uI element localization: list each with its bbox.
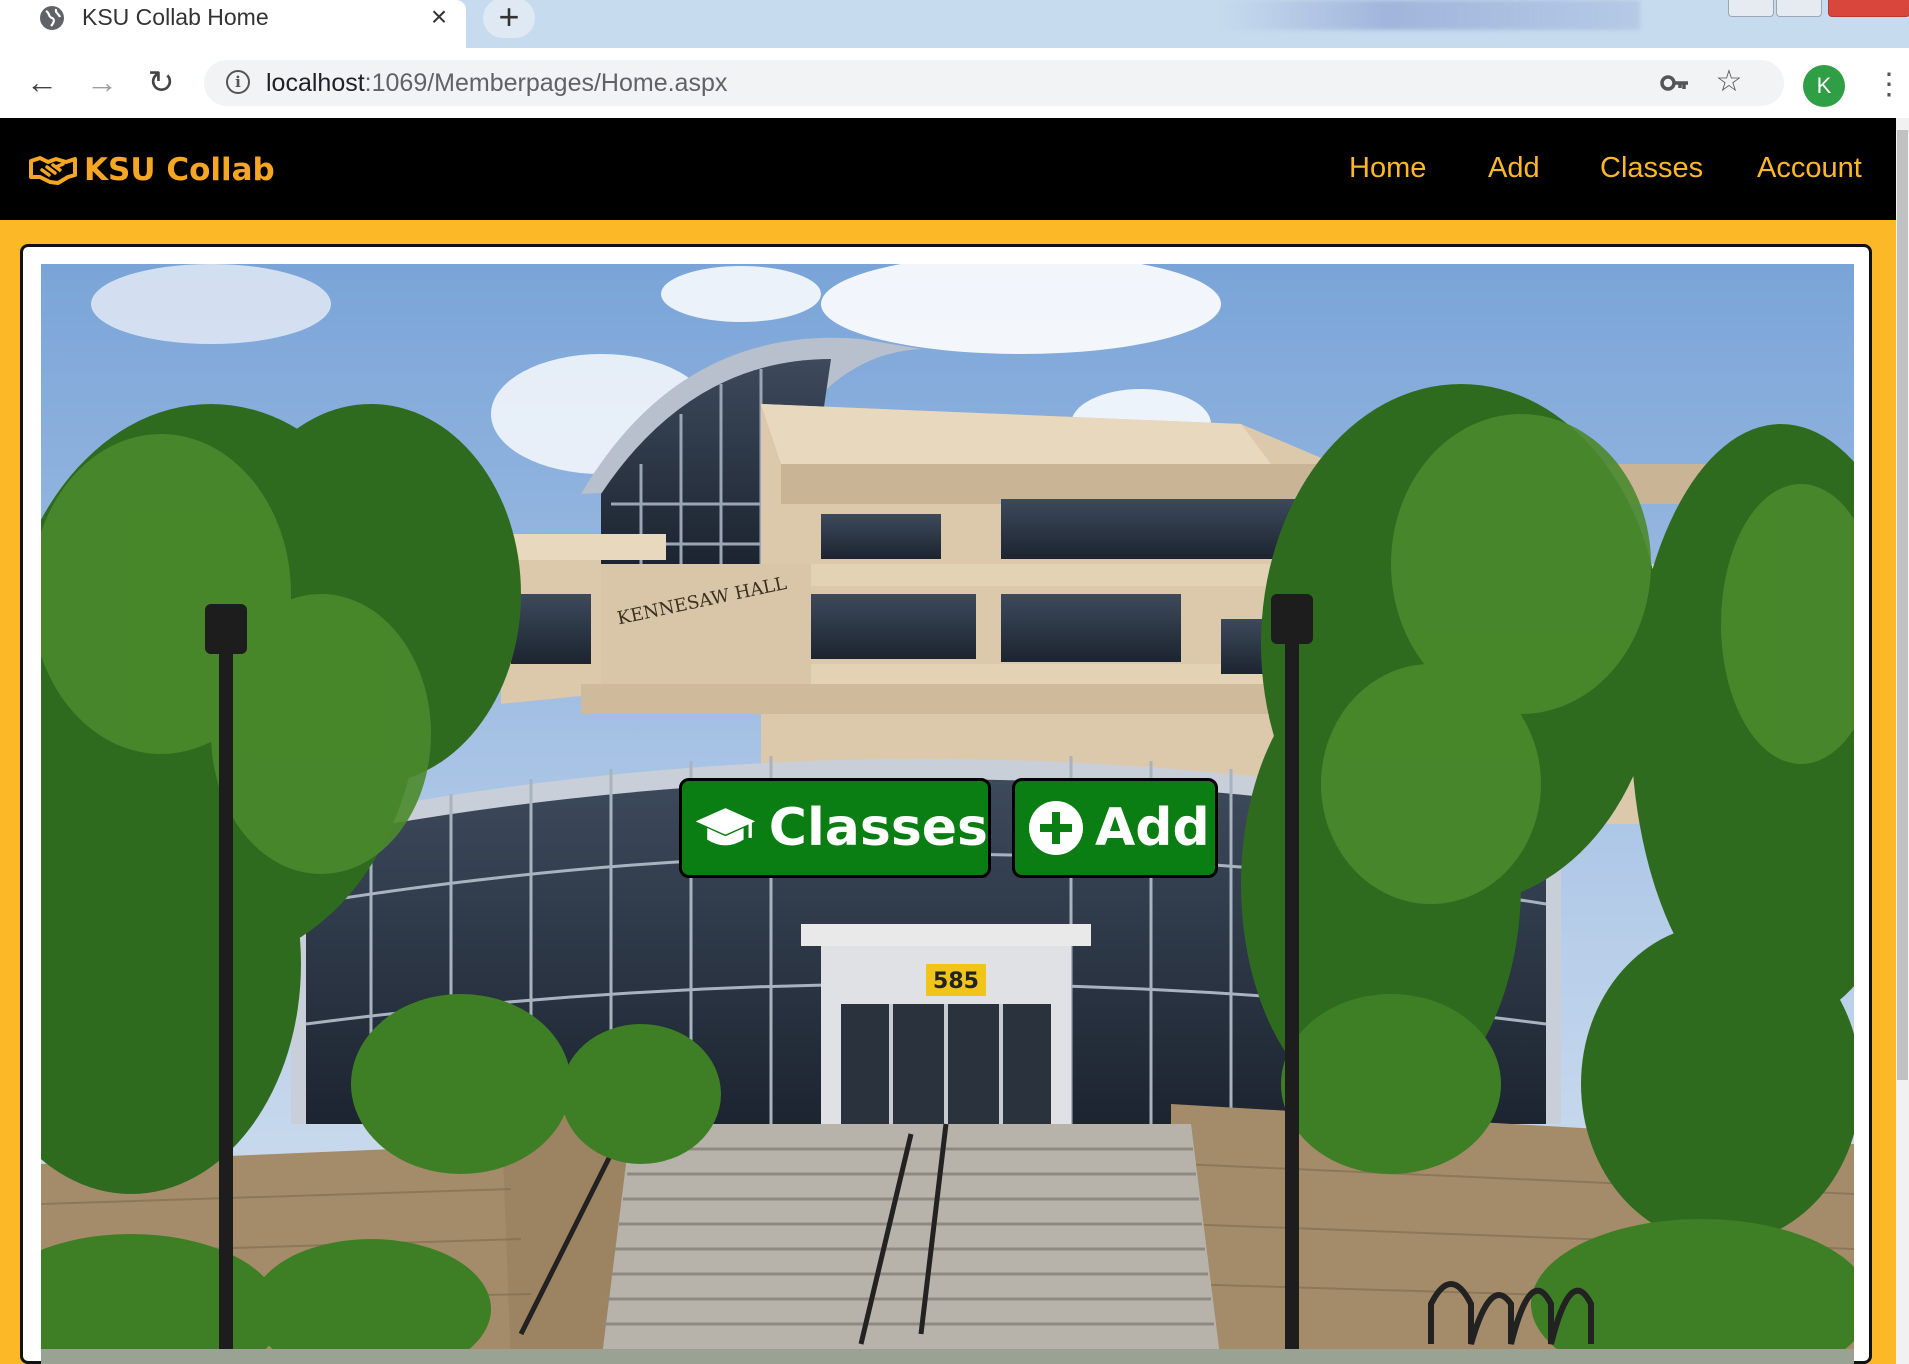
url-text[interactable]: localhost:1069/Memberpages/Home.aspx [266, 68, 727, 98]
window-controls [1728, 0, 1909, 20]
browser-tabstrip: KSU Collab Home × + [0, 0, 1909, 48]
minimize-button[interactable] [1728, 0, 1774, 17]
plus-circle-icon [1029, 801, 1083, 855]
nav-links: Home Add Classes Account [0, 146, 1896, 190]
url-path: :1069/Memberpages/Home.aspx [364, 69, 728, 97]
url-host: localhost [266, 69, 365, 97]
browser-tab[interactable]: KSU Collab Home × [0, 0, 466, 48]
classes-button[interactable]: Classes [679, 778, 991, 878]
profile-avatar[interactable]: K [1803, 65, 1845, 107]
key-icon[interactable] [1660, 70, 1690, 96]
address-bar[interactable]: i localhost:1069/Memberpages/Home.aspx ☆ [204, 60, 1784, 106]
bookmark-star-icon[interactable]: ☆ [1714, 66, 1744, 98]
nav-link-home[interactable]: Home [1349, 146, 1426, 190]
add-button-label: Add [1095, 798, 1210, 858]
globe-icon [40, 6, 64, 30]
maximize-button[interactable] [1776, 0, 1822, 17]
address-number: 585 [933, 969, 979, 994]
nav-link-add[interactable]: Add [1488, 146, 1540, 190]
info-icon[interactable]: i [226, 70, 250, 94]
nav-link-account[interactable]: Account [1757, 146, 1862, 190]
back-arrow-icon[interactable]: ← [22, 62, 62, 102]
window-close-button[interactable] [1828, 0, 1909, 17]
browser-menu-icon[interactable]: ⋮ [1874, 65, 1904, 105]
classes-button-label: Classes [768, 798, 988, 858]
forward-arrow-icon[interactable]: → [82, 62, 122, 102]
browser-toolbar: ← → ↻ i localhost:1069/Memberpages/Home.… [0, 48, 1909, 118]
graduation-cap-icon [695, 808, 756, 846]
page-scrollbar-thumb[interactable] [1897, 130, 1908, 1080]
site-navbar: KSU Collab Home Add Classes Account [0, 118, 1896, 220]
blurred-background-window [1220, 0, 1640, 30]
new-tab-button[interactable]: + [483, 0, 535, 38]
tab-title: KSU Collab Home [82, 4, 269, 30]
add-button[interactable]: Add [1012, 778, 1218, 878]
tab-close-icon[interactable]: × [424, 2, 454, 32]
nav-link-classes[interactable]: Classes [1600, 146, 1703, 190]
reload-icon[interactable]: ↻ [141, 62, 181, 102]
